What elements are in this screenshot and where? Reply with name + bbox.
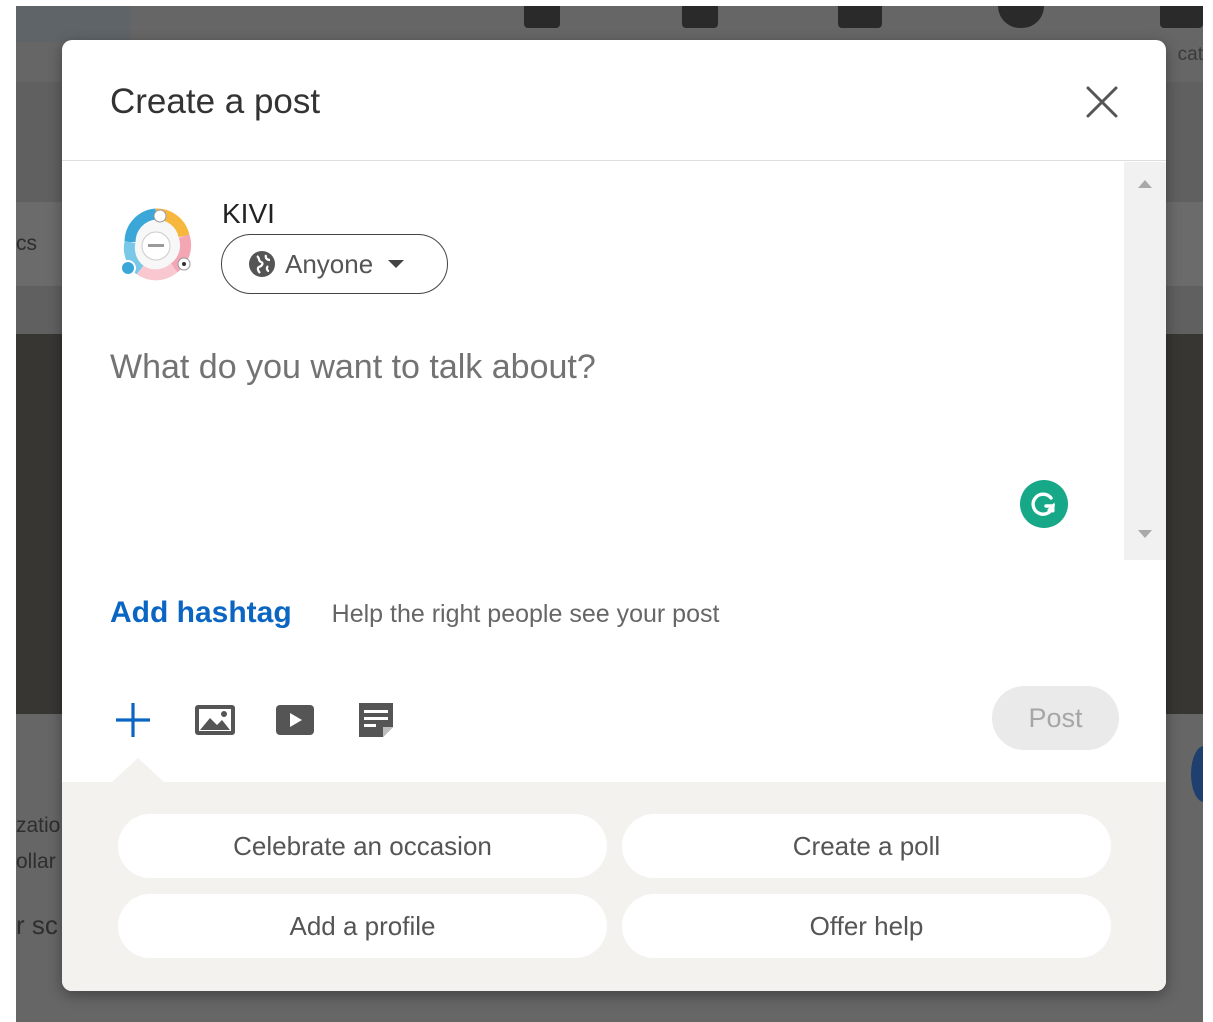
grammarly-icon[interactable] — [1020, 480, 1068, 528]
background-text-2: ollar — [16, 850, 56, 873]
messaging-icon — [998, 6, 1044, 28]
grammarly-g-icon — [1031, 492, 1056, 516]
suggestions-panel: Celebrate an occasion Create a poll Add … — [62, 782, 1166, 991]
hashtag-help-text: Help the right people see your post — [331, 600, 720, 628]
post-editor-area: KIVI Anyone — [62, 162, 1146, 560]
post-button[interactable]: Post — [992, 686, 1119, 750]
caret-down-icon — [388, 260, 405, 268]
suggestions-pointer — [112, 758, 164, 782]
globe-icon — [249, 251, 275, 277]
add-video-button[interactable] — [272, 698, 318, 742]
offer-help-button[interactable]: Offer help — [622, 894, 1111, 958]
dialog-title: Create a post — [110, 82, 321, 121]
background-text-1: zatio — [16, 814, 61, 837]
scroll-down-arrow-icon[interactable] — [1136, 528, 1154, 540]
background-side-text: cs — [16, 232, 37, 255]
editor-scrollbar[interactable] — [1124, 162, 1166, 560]
audience-selector-button[interactable]: Anyone — [221, 234, 448, 294]
add-more-button[interactable] — [110, 698, 156, 742]
add-hashtag-link[interactable]: Add hashtag — [110, 596, 292, 630]
hashtag-row: Add hashtag Help the right people see yo… — [110, 596, 719, 636]
background-logo-area — [16, 6, 130, 42]
add-profile-button[interactable]: Add a profile — [118, 894, 607, 958]
create-poll-button[interactable]: Create a poll — [622, 814, 1111, 878]
document-icon — [359, 703, 393, 737]
background-nav-label: cat — [1177, 44, 1203, 65]
plus-icon — [116, 703, 150, 737]
home-icon — [524, 6, 560, 28]
close-button[interactable] — [1080, 80, 1124, 124]
add-document-button[interactable] — [353, 698, 399, 742]
add-photo-button[interactable] — [192, 698, 238, 742]
video-icon — [276, 705, 314, 735]
background-text-3: r sc — [16, 910, 58, 940]
jobs-icon — [838, 6, 882, 28]
audience-label: Anyone — [285, 248, 374, 279]
scroll-up-arrow-icon[interactable] — [1136, 178, 1154, 190]
notifications-icon — [1160, 6, 1203, 28]
celebrate-occasion-button[interactable]: Celebrate an occasion — [118, 814, 607, 878]
dialog-header: Create a post — [62, 40, 1166, 161]
create-post-dialog: Create a post KIVI Anyone What do you wa… — [62, 40, 1166, 991]
network-icon — [682, 6, 718, 28]
post-text-input[interactable] — [110, 348, 1070, 508]
author-name: KIVI — [222, 198, 275, 229]
close-icon — [1086, 86, 1118, 118]
avatar — [116, 206, 196, 286]
photo-icon — [195, 705, 235, 735]
company-logo-icon — [120, 208, 192, 281]
